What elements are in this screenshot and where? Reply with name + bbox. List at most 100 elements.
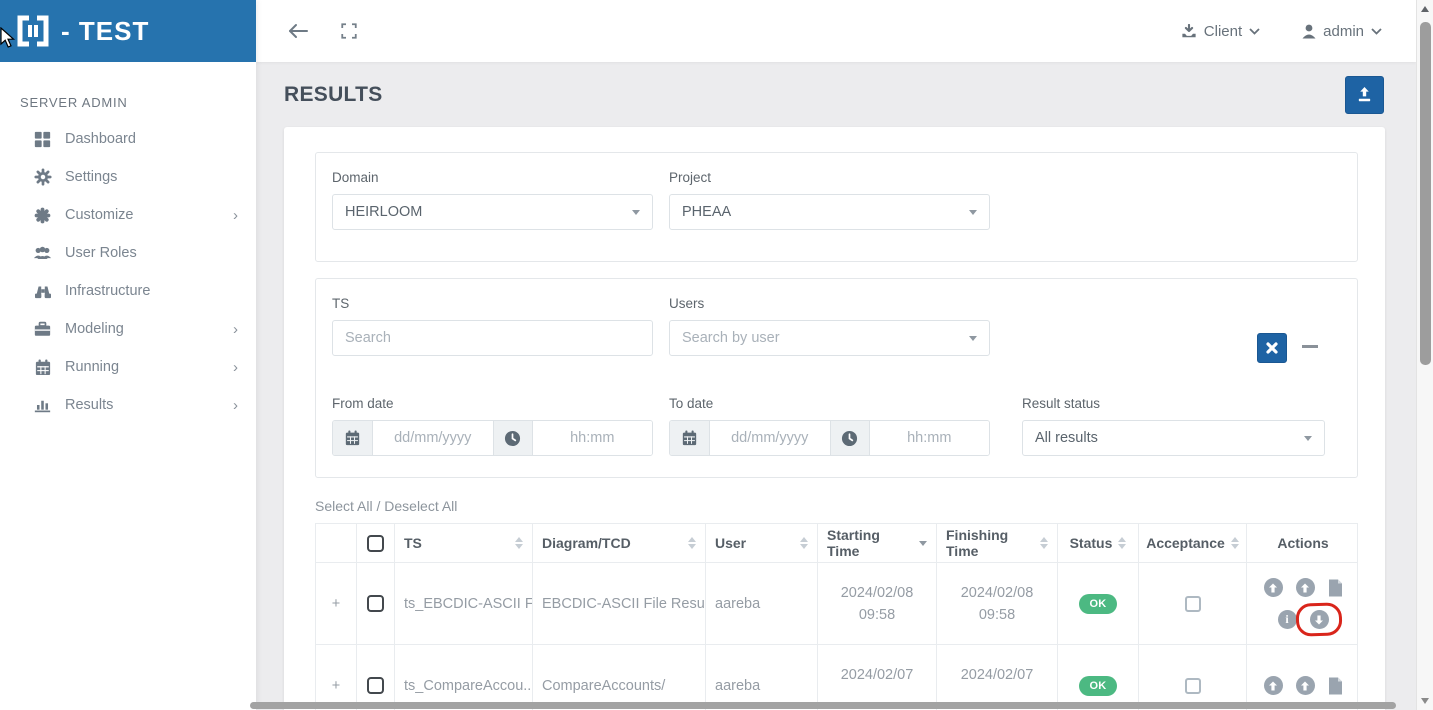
sidebar-item-label: Dashboard <box>65 131 136 147</box>
user-icon <box>1302 24 1316 38</box>
download-icon <box>1182 23 1196 37</box>
ts-search-input[interactable] <box>332 320 653 356</box>
acceptance-checkbox[interactable] <box>1184 677 1201 694</box>
upload-result-action-icon[interactable] <box>1295 676 1315 695</box>
sidebar-item-settings[interactable]: Settings <box>0 158 256 196</box>
acceptance-checkbox[interactable] <box>1184 595 1201 612</box>
info-action-icon[interactable]: i <box>1277 610 1297 629</box>
collapse-filters-button[interactable] <box>1302 345 1318 348</box>
column-header-acceptance[interactable]: Acceptance <box>1139 524 1247 562</box>
sort-icon[interactable] <box>1230 537 1239 549</box>
upload-result-action-icon[interactable] <box>1263 676 1283 695</box>
sort-desc-icon[interactable] <box>919 540 927 546</box>
client-menu[interactable]: Client <box>1181 23 1260 40</box>
ts-field: TS <box>332 296 653 356</box>
back-button[interactable] <box>286 21 310 41</box>
column-header-user[interactable]: User <box>706 524 818 562</box>
result-status-select[interactable]: All results <box>1022 420 1325 456</box>
row-checkbox[interactable] <box>367 595 384 612</box>
sidebar-item-results[interactable]: Results › <box>0 386 256 424</box>
status-badge: OK <box>1079 675 1117 696</box>
sidebar-item-label: Customize <box>65 207 134 223</box>
chevron-right-icon: › <box>233 358 238 376</box>
calendar-picker-icon[interactable] <box>670 421 710 455</box>
to-time-input[interactable] <box>869 421 989 455</box>
sidebar-section-title: SERVER ADMIN <box>20 95 128 110</box>
app-window: - TEST SERVER ADMIN Dashboard Settings C… <box>0 0 1433 710</box>
download-result-action-icon[interactable] <box>1309 610 1329 629</box>
topbar: Client admin <box>256 0 1416 62</box>
users-select[interactable]: Search by user <box>669 320 990 356</box>
sidebar-item-dashboard[interactable]: Dashboard <box>0 120 256 158</box>
users-placeholder: Search by user <box>682 330 780 346</box>
admin-menu[interactable]: admin <box>1302 23 1382 40</box>
column-header-status[interactable]: Status <box>1058 524 1139 562</box>
cell-actions: i <box>1247 563 1359 644</box>
sidebar: - TEST SERVER ADMIN Dashboard Settings C… <box>0 0 256 710</box>
caret-down-icon <box>632 210 640 215</box>
sort-icon[interactable] <box>688 537 696 549</box>
clock-picker-icon[interactable] <box>492 421 533 455</box>
from-date-field: From date <box>332 396 653 456</box>
sort-icon[interactable] <box>800 537 808 549</box>
project-select[interactable]: PHEAA <box>669 194 990 230</box>
upload-button[interactable] <box>1345 75 1384 114</box>
domain-label: Domain <box>332 170 379 185</box>
horizontal-scrollbar-thumb[interactable] <box>250 702 1396 709</box>
client-label: Client <box>1203 22 1243 40</box>
column-header-diagram[interactable]: Diagram/TCD <box>533 524 706 562</box>
sort-icon[interactable] <box>1118 537 1127 549</box>
cell-actions <box>1247 645 1359 710</box>
to-date-input[interactable] <box>710 421 830 455</box>
report-file-action-icon[interactable] <box>1328 676 1343 695</box>
sort-icon[interactable] <box>1040 537 1048 549</box>
clear-filters-button[interactable] <box>1257 333 1287 363</box>
sidebar-item-modeling[interactable]: Modeling › <box>0 310 256 348</box>
column-header-finishing-time[interactable]: Finishing Time <box>937 524 1058 562</box>
app-logo[interactable]: - TEST <box>0 0 256 62</box>
sidebar-item-running[interactable]: Running › <box>0 348 256 386</box>
upload-result-action-icon[interactable] <box>1295 578 1315 597</box>
select-all-toggle[interactable]: Select All / Deselect All <box>315 498 457 514</box>
from-date-input[interactable] <box>373 421 493 455</box>
row-expander[interactable]: + <box>316 563 357 644</box>
sidebar-item-infrastructure[interactable]: Infrastructure <box>0 272 256 310</box>
cell-finishing-time: 2024/02/08 09:58 <box>937 563 1058 644</box>
column-header-ts[interactable]: TS <box>395 524 533 562</box>
column-header-starting-time[interactable]: Starting Time <box>818 524 937 562</box>
domain-field: Domain HEIRLOOM <box>332 170 653 230</box>
select-all-checkbox[interactable] <box>367 534 384 552</box>
ts-label: TS <box>332 296 350 311</box>
clock-picker-icon[interactable] <box>829 421 870 455</box>
sidebar-item-customize[interactable]: Customize › <box>0 196 256 234</box>
from-time-input[interactable] <box>532 421 652 455</box>
caret-down-icon <box>969 336 977 341</box>
sidebar-item-user-roles[interactable]: User Roles <box>0 234 256 272</box>
briefcase-icon <box>33 321 52 337</box>
sidebar-item-label: Settings <box>65 169 118 185</box>
users-icon <box>33 245 52 261</box>
vertical-scrollbar[interactable] <box>1416 0 1433 710</box>
to-date-field: To date <box>669 396 990 456</box>
fullscreen-icon[interactable] <box>340 22 358 40</box>
row-expander[interactable]: + <box>316 645 357 710</box>
sidebar-item-label: Modeling <box>65 321 124 337</box>
domain-select[interactable]: HEIRLOOM <box>332 194 653 230</box>
project-value: PHEAA <box>682 204 732 220</box>
cell-diagram: EBCDIC-ASCII File Result/ <box>533 563 706 644</box>
calendar-picker-icon[interactable] <box>333 421 373 455</box>
flower-gear-icon <box>33 207 52 224</box>
cell-ts: ts_CompareAccou... <box>395 645 533 710</box>
cell-starting-time: 2024/02/07 <box>818 645 937 710</box>
from-date-label: From date <box>332 396 394 411</box>
cell-status: OK <box>1058 645 1139 710</box>
scroll-up-arrow[interactable] <box>1421 6 1429 12</box>
table-row: + ts_CompareAccou... CompareAccounts/ aa… <box>316 644 1357 710</box>
vertical-scrollbar-thumb[interactable] <box>1420 22 1431 365</box>
scroll-down-arrow[interactable] <box>1421 698 1429 704</box>
report-file-action-icon[interactable] <box>1328 578 1343 597</box>
cell-finishing-time: 2024/02/07 <box>937 645 1058 710</box>
row-checkbox[interactable] <box>367 677 384 694</box>
sort-icon[interactable] <box>515 537 523 549</box>
upload-result-action-icon[interactable] <box>1263 578 1283 597</box>
